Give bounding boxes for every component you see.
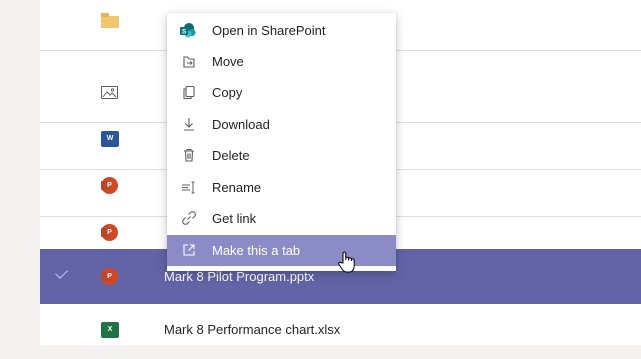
- menu-item-delete[interactable]: Delete: [167, 140, 396, 171]
- move-icon: [181, 53, 197, 69]
- menu-item-label: Rename: [212, 180, 262, 195]
- file-type-letter: P: [107, 182, 112, 189]
- menu-item-label: Copy: [212, 85, 243, 100]
- checkmark-icon[interactable]: [55, 266, 68, 279]
- copy-icon: [181, 84, 197, 100]
- menu-item-label: Open in SharePoint: [212, 23, 326, 38]
- powerpoint-file-icon: P: [101, 224, 118, 241]
- menu-item-rename[interactable]: Rename: [167, 172, 396, 203]
- powerpoint-file-icon: P: [101, 268, 118, 285]
- hand-cursor-icon: [338, 251, 355, 273]
- menu-item-move[interactable]: Move: [167, 46, 396, 77]
- sharepoint-icon: S: [180, 23, 196, 38]
- file-row[interactable]: X Mark 8 Performance chart.xlsx: [40, 304, 641, 359]
- download-icon: [181, 116, 197, 132]
- file-name: Mark 8 Performance chart.xlsx: [164, 322, 341, 337]
- trash-icon: [181, 147, 197, 163]
- file-type-letter: P: [107, 229, 112, 236]
- menu-item-open-in-sharepoint[interactable]: S Open in SharePoint: [167, 15, 396, 46]
- image-file-icon: [101, 86, 118, 99]
- menu-item-label: Move: [212, 54, 244, 69]
- svg-text:S: S: [182, 29, 187, 36]
- folder-icon: [101, 13, 119, 28]
- word-file-icon: W: [101, 131, 119, 147]
- menu-item-copy[interactable]: Copy: [167, 77, 396, 108]
- menu-item-get-link[interactable]: Get link: [167, 203, 396, 234]
- context-menu: S Open in SharePoint Move Copy Download …: [167, 13, 396, 271]
- menu-item-label: Download: [212, 117, 270, 132]
- powerpoint-file-icon: P: [101, 177, 118, 194]
- menu-item-label: Get link: [212, 211, 257, 226]
- menu-item-download[interactable]: Download: [167, 109, 396, 140]
- menu-item-label: Delete: [212, 148, 250, 163]
- link-icon: [181, 210, 197, 226]
- excel-file-icon: X: [101, 322, 119, 338]
- rename-icon: [181, 179, 197, 195]
- file-type-letter: P: [107, 273, 112, 280]
- menu-item-label: Make this a tab: [212, 243, 301, 258]
- open-in-new-icon: [181, 242, 197, 258]
- menu-item-make-this-a-tab[interactable]: Make this a tab: [167, 235, 396, 266]
